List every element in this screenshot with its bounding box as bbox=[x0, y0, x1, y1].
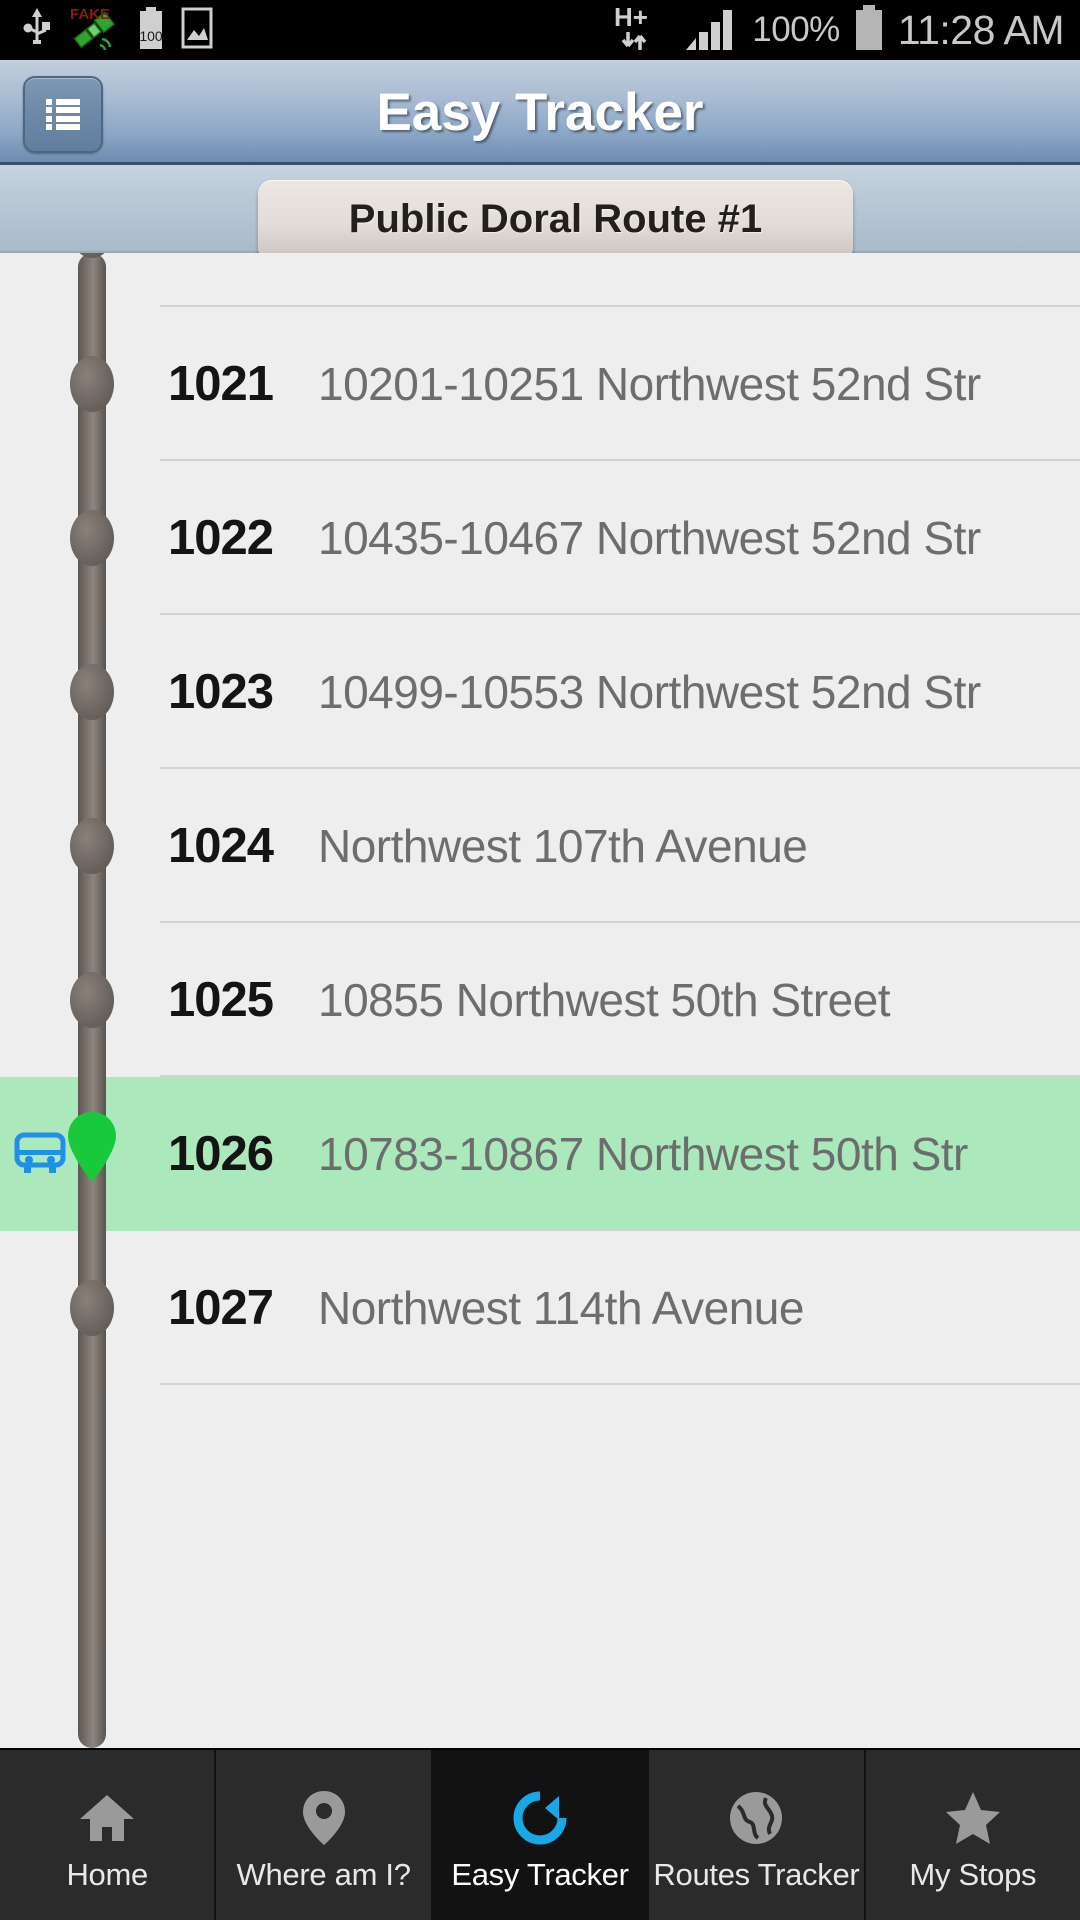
tab-where-am-i-label: Where am I? bbox=[236, 1857, 411, 1892]
route-stop-node bbox=[70, 510, 114, 566]
stop-number: 1022 bbox=[168, 511, 274, 565]
stop-row[interactable]: 1025 10855 Northwest 50th Street bbox=[0, 923, 1080, 1077]
status-bar: FAKE 100 H+ 100% 11:28 AM bbox=[0, 0, 1080, 60]
page-title: Easy Tracker bbox=[376, 83, 704, 142]
status-bar-right-icons: H+ 100% 11:28 AM bbox=[612, 2, 1080, 59]
battery-full-icon bbox=[852, 3, 886, 58]
green-map-pin-icon bbox=[56, 1106, 128, 1186]
stop-list[interactable]: 10209801-9945 Northwest 52nd Stree102110… bbox=[0, 253, 1080, 1748]
menu-button[interactable] bbox=[23, 76, 103, 153]
tab-easy-tracker-label: Easy Tracker bbox=[451, 1857, 629, 1892]
network-type-label: H+ bbox=[614, 2, 648, 32]
signal-bars-icon bbox=[684, 2, 740, 59]
stop-row[interactable]: 1024 Northwest 107th Avenue bbox=[0, 769, 1080, 923]
battery-saver-100-icon: 100 bbox=[136, 5, 166, 56]
route-stop-node bbox=[70, 1280, 114, 1336]
stop-name: Northwest 114th Avenue bbox=[318, 1282, 804, 1334]
globe-icon bbox=[726, 1787, 786, 1849]
fake-gps-icon: FAKE bbox=[66, 5, 122, 56]
tab-bar: Home Where am I? Easy Tracker Routes Tra… bbox=[0, 1748, 1080, 1920]
route-stop-node bbox=[70, 972, 114, 1028]
tab-my-stops-label: My Stops bbox=[909, 1857, 1037, 1892]
stop-number: 1026 bbox=[168, 1127, 274, 1181]
stop-number: 1027 bbox=[168, 1281, 274, 1335]
stop-number: 1021 bbox=[168, 357, 274, 411]
battery-level-label: 100 bbox=[139, 28, 163, 44]
stop-name: 10201-10251 Northwest 52nd Str bbox=[318, 358, 981, 410]
stop-row[interactable]: 1021 10201-10251 Northwest 52nd Str bbox=[0, 307, 1080, 461]
route-bar: Public Doral Route #1 bbox=[0, 165, 1080, 258]
location-pin-icon bbox=[298, 1787, 350, 1849]
tab-where-am-i[interactable]: Where am I? bbox=[216, 1750, 433, 1920]
app-screen: FAKE 100 H+ 100% 11:28 AM Easy Tracker P… bbox=[0, 0, 1080, 1920]
tab-home[interactable]: Home bbox=[0, 1750, 217, 1920]
tab-easy-tracker[interactable]: Easy Tracker bbox=[432, 1750, 650, 1920]
stop-number: 1024 bbox=[168, 819, 274, 873]
route-stop-node bbox=[70, 818, 114, 874]
stop-row[interactable]: 1026 10783-10867 Northwest 50th Str bbox=[0, 1077, 1080, 1231]
route-stop-node bbox=[70, 356, 114, 412]
status-bar-clock: 11:28 AM bbox=[897, 6, 1065, 53]
refresh-circle-icon bbox=[509, 1787, 571, 1849]
stop-name: 10435-10467 Northwest 52nd Str bbox=[318, 512, 981, 564]
battery-percent-label: 100% bbox=[752, 10, 840, 49]
stop-name: 10783-10867 Northwest 50th Str bbox=[318, 1128, 968, 1180]
stop-name: Northwest 107th Avenue bbox=[318, 820, 808, 872]
stop-number: 1020 bbox=[168, 253, 274, 258]
fake-gps-label: FAKE bbox=[70, 6, 110, 23]
stop-name: 10855 Northwest 50th Street bbox=[318, 974, 891, 1026]
list-menu-icon bbox=[46, 98, 80, 131]
home-icon bbox=[76, 1787, 138, 1849]
route-stop-node bbox=[70, 664, 114, 720]
stop-row[interactable]: 1022 10435-10467 Northwest 52nd Str bbox=[0, 461, 1080, 615]
stop-number: 1023 bbox=[168, 665, 274, 719]
status-bar-left-icons: FAKE 100 bbox=[0, 5, 214, 56]
tab-home-label: Home bbox=[66, 1857, 148, 1892]
stop-name: 10499-10553 Northwest 52nd Str bbox=[318, 666, 981, 718]
network-type-hplus-icon: H+ bbox=[612, 2, 672, 59]
usb-icon bbox=[22, 6, 52, 55]
tab-routes-tracker[interactable]: Routes Tracker bbox=[649, 1750, 866, 1920]
tab-routes-tracker-label: Routes Tracker bbox=[653, 1857, 860, 1892]
stop-row[interactable]: 1020 9801-9945 Northwest 52nd Stree bbox=[0, 253, 1080, 307]
title-bar: Easy Tracker bbox=[0, 60, 1080, 165]
stop-row[interactable]: 1023 10499-10553 Northwest 52nd Str bbox=[0, 615, 1080, 769]
stop-number: 1025 bbox=[168, 973, 274, 1027]
tab-my-stops[interactable]: My Stops bbox=[865, 1750, 1080, 1920]
gallery-image-icon bbox=[180, 6, 214, 55]
route-select-button[interactable]: Public Doral Route #1 bbox=[258, 180, 853, 258]
stop-row[interactable]: 1027 Northwest 114th Avenue bbox=[0, 1231, 1080, 1385]
star-icon bbox=[942, 1787, 1004, 1849]
stop-name: 9801-9945 Northwest 52nd Stree bbox=[318, 253, 1070, 257]
